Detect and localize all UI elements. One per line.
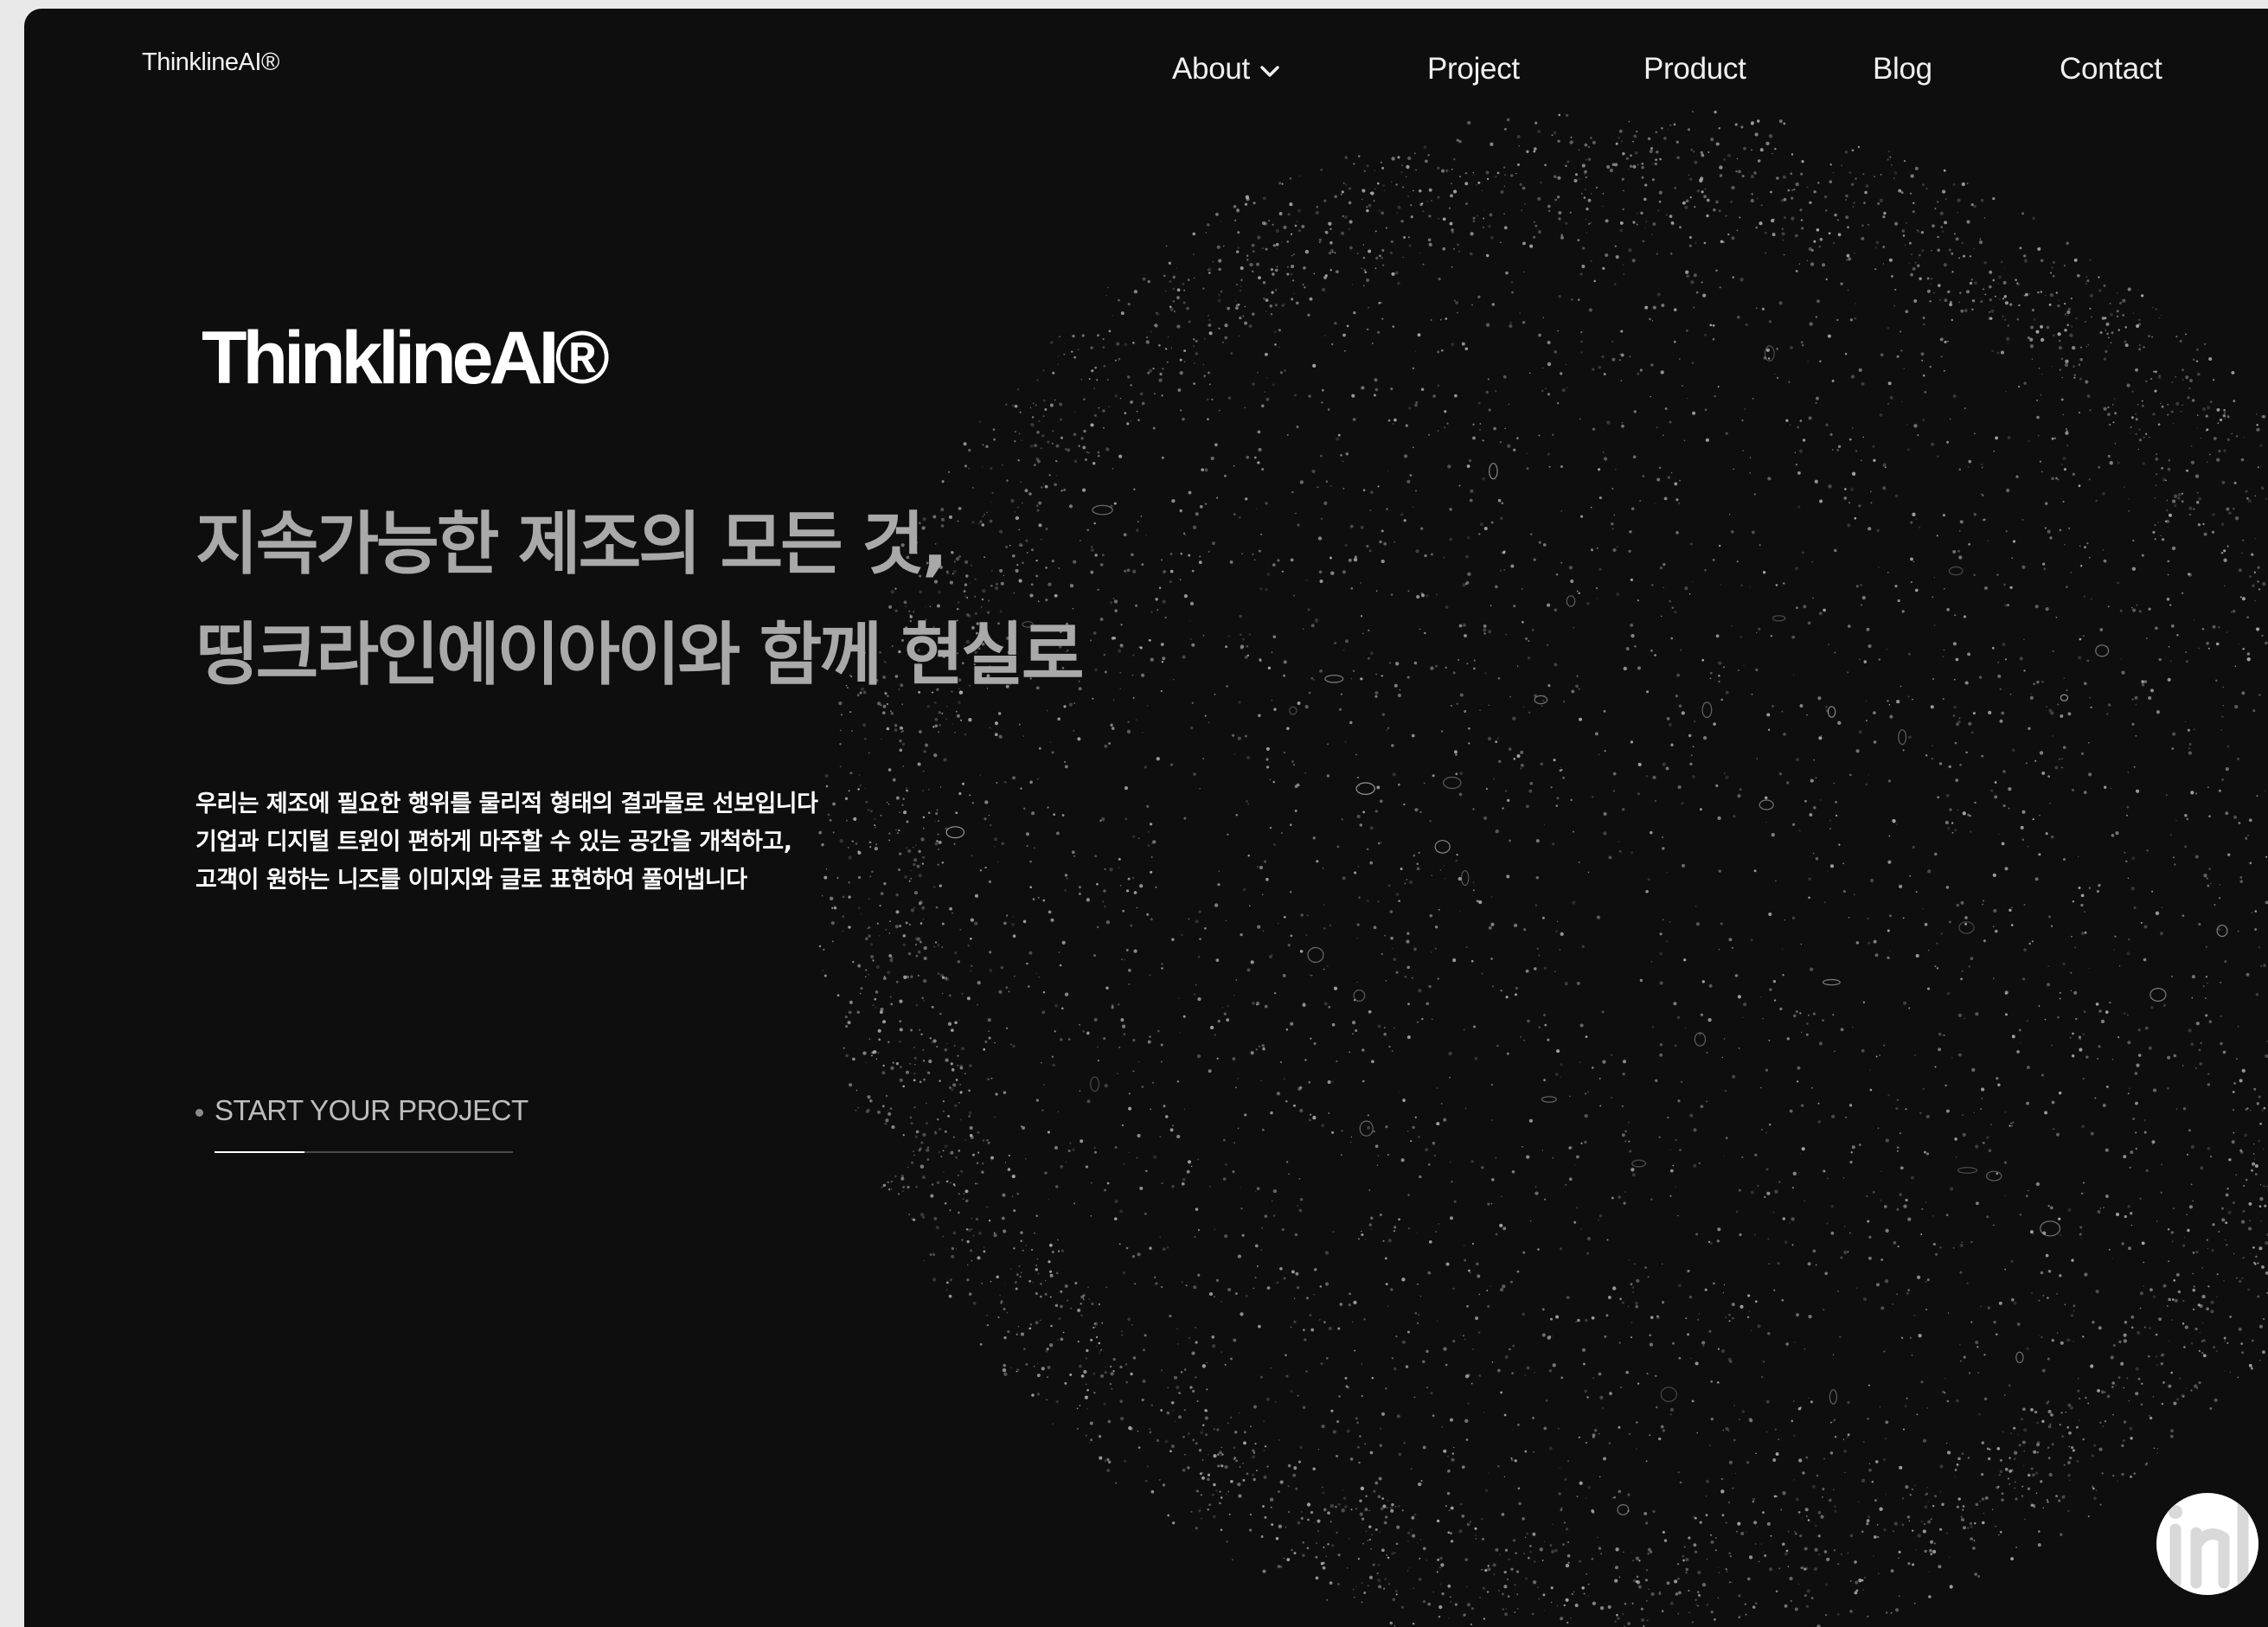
nav-item-project[interactable]: Project xyxy=(1427,52,1520,86)
nav-item-product[interactable]: Product xyxy=(1643,52,1746,86)
hero-logo: ThinklineAI® xyxy=(202,317,610,400)
hero-description: 우리는 제조에 필요한 행위를 물리적 형태의 결과물로 선보입니다 기업과 디… xyxy=(195,785,818,900)
start-project-label: START YOUR PROJECT xyxy=(215,1094,529,1126)
chat-widget-icon[interactable] xyxy=(2156,1493,2258,1595)
nav-item-contact[interactable]: Contact xyxy=(2060,52,2162,86)
cta-progress-fill xyxy=(215,1151,304,1153)
hero-description-line-2: 기업과 디지털 트윈이 편하게 마주할 수 있는 공간을 개척하고, xyxy=(195,829,792,855)
hero-description-line-3: 고객이 원하는 니즈를 이미지와 글로 표현하여 풀어냅니다 xyxy=(195,867,747,894)
nav-item-about-label: About xyxy=(1172,52,1250,86)
hero-headline: 지속가능한 제조의 모든 것, 띵크라인에이아이와 함께 현실로 xyxy=(195,489,1085,710)
bullet-dot-icon xyxy=(195,1109,203,1117)
page-frame: ThinklineAI® About Project Product Blog … xyxy=(24,9,2268,1627)
hero-headline-line-2: 띵크라인에이아이와 함께 현실로 xyxy=(195,615,1085,695)
chevron-down-icon xyxy=(1260,51,1279,86)
top-navigation: ThinklineAI® About Project Product Blog … xyxy=(24,9,2268,130)
nav-item-about[interactable]: About xyxy=(1172,52,1279,86)
hero-headline-line-1: 지속가능한 제조의 모든 것, xyxy=(195,504,948,584)
nav-item-blog[interactable]: Blog xyxy=(1873,52,1932,86)
hero-description-line-1: 우리는 제조에 필요한 행위를 물리적 형태의 결과물로 선보입니다 xyxy=(195,791,818,817)
header-brand-logo[interactable]: ThinklineAI® xyxy=(142,48,279,77)
